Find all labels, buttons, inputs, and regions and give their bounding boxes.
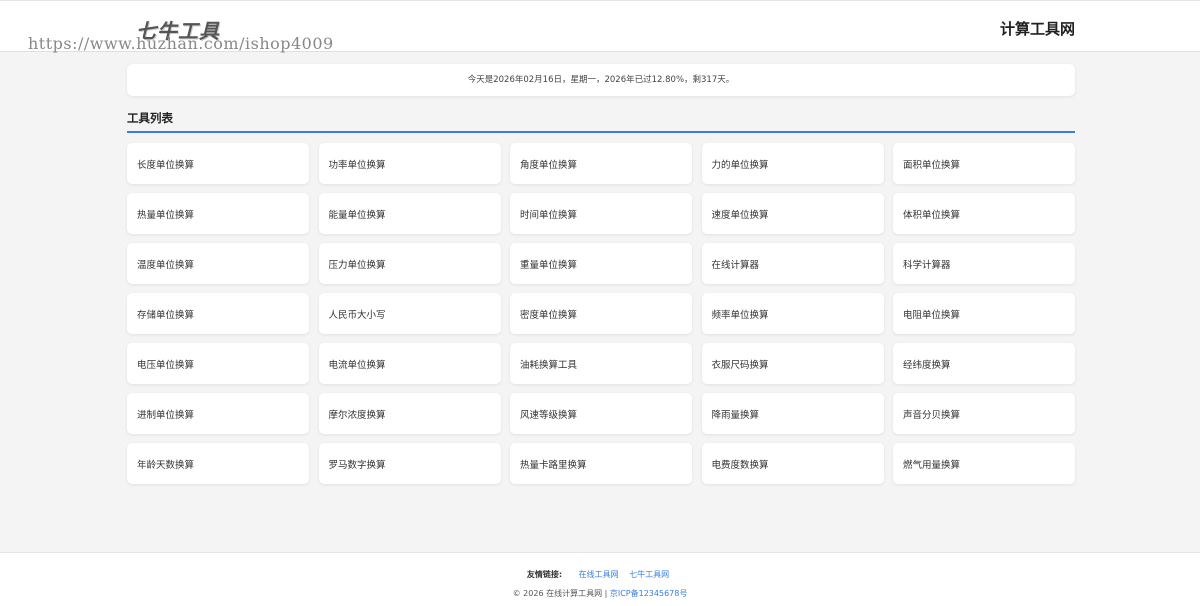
copyright: © 2026 在线计算工具网 | 京ICP备12345678号 [0, 588, 1200, 599]
tool-card[interactable]: 衣服尺码换算 [701, 343, 884, 384]
friend-links: 友情链接: 在线工具网 七牛工具网 [0, 569, 1200, 580]
tool-card[interactable]: 压力单位换算 [318, 243, 501, 284]
tool-card[interactable]: 重量单位换算 [510, 243, 692, 284]
tool-card[interactable]: 在线计算器 [701, 243, 884, 284]
tool-card[interactable]: 面积单位换算 [893, 143, 1075, 184]
section-title: 工具列表 [127, 111, 173, 125]
tool-card[interactable]: 角度单位换算 [510, 143, 692, 184]
header: 七牛工具 https://www.huzhan.com/ishop4009 计算… [0, 0, 1200, 53]
friend-links-label: 友情链接: [526, 570, 563, 579]
section-divider [127, 131, 1075, 133]
tool-card[interactable]: 时间单位换算 [510, 193, 692, 234]
tool-card[interactable]: 进制单位换算 [127, 393, 309, 434]
tool-card[interactable]: 密度单位换算 [510, 293, 692, 334]
friend-link[interactable]: 在线工具网 [579, 570, 619, 579]
tool-card[interactable]: 电流单位换算 [318, 343, 501, 384]
icp-link[interactable]: 京ICP备12345678号 [610, 589, 688, 598]
tool-card[interactable]: 电压单位换算 [127, 343, 309, 384]
tool-card[interactable]: 电费度数换算 [701, 443, 884, 484]
tool-card[interactable]: 速度单位换算 [701, 193, 884, 234]
tool-card[interactable]: 热量单位换算 [127, 193, 309, 234]
tool-card[interactable]: 风速等级换算 [510, 393, 692, 434]
tool-card[interactable]: 摩尔浓度换算 [318, 393, 501, 434]
friend-link[interactable]: 七牛工具网 [629, 570, 669, 579]
watermark-url: https://www.huzhan.com/ishop4009 [28, 34, 334, 53]
tool-card[interactable]: 温度单位换算 [127, 243, 309, 284]
tool-card[interactable]: 长度单位换算 [127, 143, 309, 184]
tool-card[interactable]: 年龄天数换算 [127, 443, 309, 484]
tool-card[interactable]: 声音分贝换算 [893, 393, 1075, 434]
tool-card[interactable]: 经纬度换算 [893, 343, 1075, 384]
tool-card[interactable]: 能量单位换算 [318, 193, 501, 234]
tool-card[interactable]: 力的单位换算 [701, 143, 884, 184]
tool-card[interactable]: 功率单位换算 [318, 143, 501, 184]
copyright-text: © 2026 在线计算工具网 | [512, 589, 608, 598]
date-info-text: 今天是2026年02月16日，星期一，2026年已过12.80%，剩317天。 [467, 75, 735, 85]
tool-card[interactable]: 罗马数字换算 [318, 443, 501, 484]
tool-card[interactable]: 存储单位换算 [127, 293, 309, 334]
footer: 友情链接: 在线工具网 七牛工具网 © 2026 在线计算工具网 | 京ICP备… [0, 552, 1200, 606]
tool-card[interactable]: 体积单位换算 [893, 193, 1075, 234]
tool-card[interactable]: 降雨量换算 [701, 393, 884, 434]
tool-card[interactable]: 人民币大小写 [318, 293, 501, 334]
tool-card[interactable]: 电阻单位换算 [893, 293, 1075, 334]
tool-card[interactable]: 燃气用量换算 [893, 443, 1075, 484]
tool-card[interactable]: 频率单位换算 [701, 293, 884, 334]
tool-card[interactable]: 科学计算器 [893, 243, 1075, 284]
site-title[interactable]: 计算工具网 [1000, 18, 1075, 39]
tool-grid: 长度单位换算 功率单位换算 角度单位换算 力的单位换算 面积单位换算 热量单位换… [127, 143, 1075, 484]
tool-card[interactable]: 热量卡路里换算 [510, 443, 692, 484]
tool-card[interactable]: 油耗换算工具 [510, 343, 692, 384]
date-info-bar: 今天是2026年02月16日，星期一，2026年已过12.80%，剩317天。 [127, 64, 1075, 96]
